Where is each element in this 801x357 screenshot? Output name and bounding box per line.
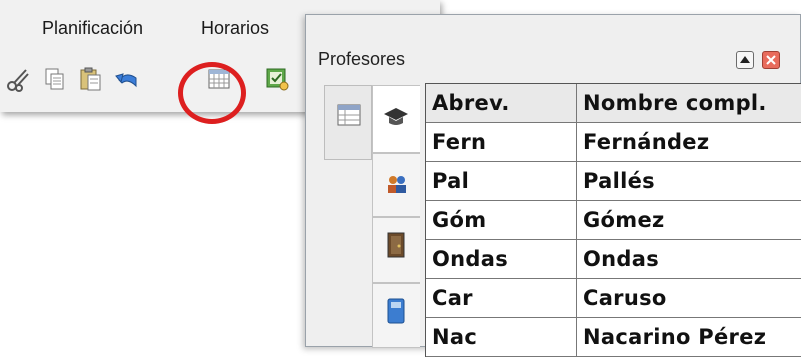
teacher-tab[interactable]	[372, 85, 420, 153]
teacher-cap-icon	[383, 106, 409, 132]
column-header-nombre[interactable]: Nombre compl.	[577, 84, 801, 123]
people-icon	[386, 174, 408, 198]
cell-nombre[interactable]: Pallés	[577, 162, 801, 201]
paste-icon[interactable]	[78, 66, 104, 92]
groups-tab[interactable]	[372, 153, 420, 217]
window-title: Profesores	[318, 49, 406, 69]
cell-nombre[interactable]: Fernández	[577, 123, 801, 162]
cell-abrev[interactable]: Nac	[426, 318, 577, 357]
rooms-tab[interactable]	[372, 217, 420, 283]
table-row[interactable]: Fern Fernández	[426, 123, 801, 162]
menu-horarios[interactable]: Horarios	[201, 18, 269, 39]
table-row[interactable]: Góm Gómez	[426, 201, 801, 240]
table-row[interactable]: Ondas Ondas	[426, 240, 801, 279]
checkmark-icon[interactable]	[264, 66, 290, 92]
door-icon	[387, 232, 405, 262]
scissors-icon[interactable]	[6, 66, 32, 92]
cell-abrev[interactable]: Pal	[426, 162, 577, 201]
cell-nombre[interactable]: Caruso	[577, 279, 801, 318]
cell-abrev[interactable]: Góm	[426, 201, 577, 240]
highlight-circle	[178, 62, 246, 124]
table-row[interactable]: Nac Nacarino Pérez	[426, 318, 801, 357]
grid-view-tab[interactable]	[324, 85, 372, 160]
grid-icon	[337, 104, 361, 130]
cell-abrev[interactable]: Car	[426, 279, 577, 318]
table-row[interactable]: Pal Pallés	[426, 162, 801, 201]
undo-icon[interactable]	[114, 66, 140, 92]
cell-abrev[interactable]: Ondas	[426, 240, 577, 279]
menu-planificacion[interactable]: Planificación	[42, 18, 143, 39]
cell-abrev[interactable]: Fern	[426, 123, 577, 162]
column-header-abrev[interactable]: Abrev.	[426, 84, 577, 123]
copy-icon[interactable]	[42, 66, 68, 92]
triangle-up-icon[interactable]	[736, 51, 754, 69]
table-row[interactable]: Car Caruso	[426, 279, 801, 318]
book-icon	[387, 298, 405, 328]
close-icon[interactable]	[762, 51, 780, 69]
subjects-tab[interactable]	[372, 283, 420, 348]
cell-nombre[interactable]: Ondas	[577, 240, 801, 279]
cell-nombre[interactable]: Gómez	[577, 201, 801, 240]
cell-nombre[interactable]: Nacarino Pérez	[577, 318, 801, 357]
professors-table: Abrev. Nombre compl. Fern Fernández Pal …	[425, 83, 801, 357]
table-header-row: Abrev. Nombre compl.	[426, 84, 801, 123]
